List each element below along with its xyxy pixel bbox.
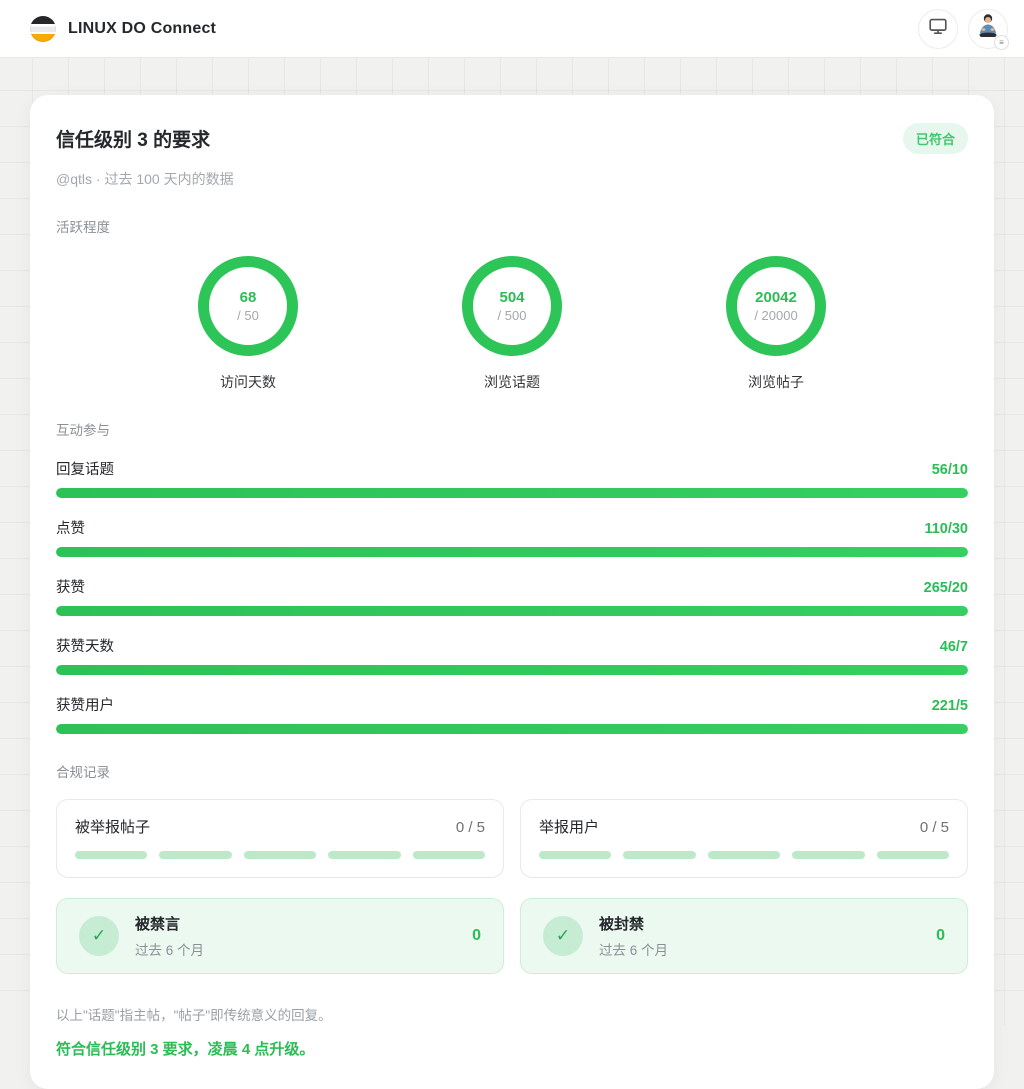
status-cards: ✓ 被禁言 过去 6 个月 0 ✓ 被封禁 过去 6 个月 0 [56, 898, 968, 974]
user-avatar-button[interactable]: ≡ [968, 9, 1008, 49]
status-card-banned: ✓ 被封禁 过去 6 个月 0 [520, 898, 968, 974]
ring-value: 20042 [755, 289, 797, 306]
ring-label: 访问天数 [220, 372, 276, 392]
segment-track [75, 851, 485, 859]
bar-label: 回复话题 [56, 458, 114, 479]
progress-ring: 20042 / 20000 [726, 256, 826, 356]
ring-target: / 500 [498, 308, 527, 323]
bar-label: 获赞用户 [56, 694, 114, 715]
app-title: LINUX DO Connect [68, 20, 216, 38]
trust-level-card: 信任级别 3 的要求 已符合 @qtls · 过去 100 天内的数据 活跃程度… [30, 95, 994, 1089]
status-value: 0 [472, 927, 481, 945]
progress-bar [56, 724, 968, 734]
progress-bar [56, 665, 968, 675]
flag-value: 0 / 5 [920, 819, 949, 836]
status-badge: 已符合 [903, 123, 968, 154]
bar-row-likes-given: 点赞 110/30 [56, 517, 968, 557]
section-activity-label: 活跃程度 [56, 216, 968, 236]
flag-label: 被举报帖子 [75, 816, 150, 837]
segment-track [539, 851, 949, 859]
card-header: 信任级别 3 的要求 已符合 [56, 123, 968, 154]
bar-row-likes-received: 获赞 265/20 [56, 576, 968, 616]
monitor-icon [927, 15, 949, 42]
bar-label: 获赞 [56, 576, 85, 597]
bar-label: 点赞 [56, 517, 85, 538]
status-title: 被禁言 [135, 913, 204, 934]
page-background: 信任级别 3 的要求 已符合 @qtls · 过去 100 天内的数据 活跃程度… [0, 58, 1024, 1025]
ring-target: / 50 [237, 308, 259, 323]
ring-label: 浏览帖子 [748, 372, 804, 392]
status-subtitle: 过去 6 个月 [599, 939, 668, 959]
ring-target: / 20000 [754, 308, 797, 323]
bar-value: 265/20 [924, 580, 968, 596]
progress-ring: 68 / 50 [198, 256, 298, 356]
status-card-silenced: ✓ 被禁言 过去 6 个月 0 [56, 898, 504, 974]
bar-value: 46/7 [940, 639, 968, 655]
activity-rings: 68 / 50 访问天数 504 / 500 浏览话题 20042 / 2000… [56, 256, 968, 392]
bar-label: 获赞天数 [56, 635, 114, 656]
page-title: 信任级别 3 的要求 [56, 125, 210, 152]
bar-value: 56/10 [932, 462, 968, 478]
flag-cards: 被举报帖子 0 / 5 举报用户 0 / 5 [56, 799, 968, 878]
user-period-subtitle: @qtls · 过去 100 天内的数据 [56, 169, 968, 189]
section-compliance-label: 合规记录 [56, 761, 968, 781]
progress-ring: 504 / 500 [462, 256, 562, 356]
bar-row-reply-topics: 回复话题 56/10 [56, 458, 968, 498]
flag-card-reported-posts: 被举报帖子 0 / 5 [56, 799, 504, 878]
bar-row-likes-users: 获赞用户 221/5 [56, 694, 968, 734]
check-icon: ✓ [79, 916, 119, 956]
status-title: 被封禁 [599, 913, 668, 934]
app-header: LINUX DO Connect [0, 0, 1024, 58]
bar-value: 110/30 [924, 521, 968, 537]
ring-label: 浏览话题 [484, 372, 540, 392]
header-actions: ≡ [918, 9, 1008, 49]
flag-card-reported-users: 举报用户 0 / 5 [520, 799, 968, 878]
footnote-text: 以上"话题"指主帖，"帖子"即传统意义的回复。 [56, 1004, 968, 1024]
ring-topics-viewed: 504 / 500 浏览话题 [432, 256, 592, 392]
bar-value: 221/5 [932, 698, 968, 714]
avatar-menu-icon: ≡ [994, 35, 1009, 50]
check-icon: ✓ [543, 916, 583, 956]
progress-bar [56, 547, 968, 557]
ring-value: 68 [240, 289, 257, 306]
bar-row-likes-days: 获赞天数 46/7 [56, 635, 968, 675]
progress-bar [56, 606, 968, 616]
flag-value: 0 / 5 [456, 819, 485, 836]
ring-visit-days: 68 / 50 访问天数 [168, 256, 328, 392]
section-engagement-label: 互动参与 [56, 419, 968, 439]
status-subtitle: 过去 6 个月 [135, 939, 204, 959]
ring-posts-viewed: 20042 / 20000 浏览帖子 [696, 256, 856, 392]
display-mode-button[interactable] [918, 9, 958, 49]
progress-bar [56, 488, 968, 498]
status-value: 0 [936, 927, 945, 945]
flag-label: 举报用户 [539, 816, 599, 837]
linuxdo-logo-icon [30, 16, 56, 42]
ring-value: 504 [499, 289, 524, 306]
upgrade-result-text: 符合信任级别 3 要求，凌晨 4 点升级。 [56, 1038, 968, 1059]
